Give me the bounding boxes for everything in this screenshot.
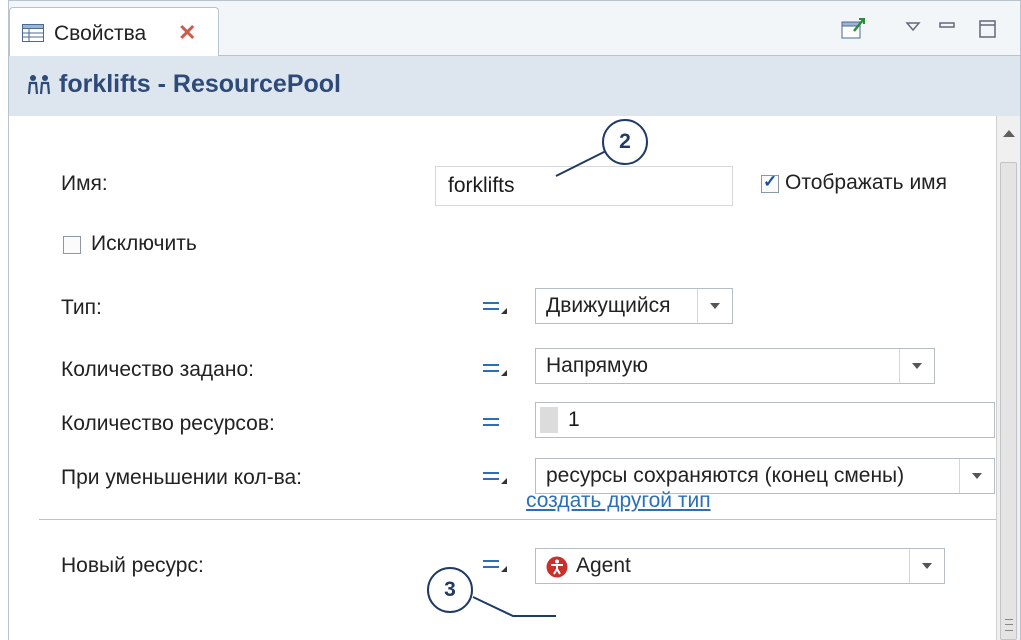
view-menu-icon[interactable] <box>899 15 927 43</box>
minimize-icon[interactable] <box>934 15 962 43</box>
dynamic-value-icon[interactable] <box>479 554 509 576</box>
name-label: Имя: <box>61 172 108 195</box>
show-name-checkbox[interactable] <box>761 172 779 193</box>
close-icon[interactable]: ✕ <box>178 20 196 46</box>
vertical-scrollbar[interactable] <box>996 116 1021 640</box>
new-resource-label: Новый ресурс: <box>61 554 204 577</box>
scrollbar-thumb[interactable] <box>1000 162 1017 640</box>
tab-properties[interactable]: Свойства ✕ <box>9 7 219 57</box>
resource-count-input[interactable]: 1 <box>535 402 995 438</box>
pin-editor-icon[interactable] <box>839 15 867 43</box>
properties-view: Свойства ✕ forklifts - ResourcePool Имя:… <box>8 0 1021 640</box>
grip-icon <box>1005 619 1013 631</box>
count-defined-label: Количество задано: <box>61 358 254 381</box>
create-other-type-link[interactable]: создать другой тип <box>526 489 711 513</box>
maximize-icon[interactable] <box>974 15 1002 43</box>
show-name-label: Отображать имя <box>785 171 947 194</box>
count-defined-value: Напрямую <box>546 354 648 377</box>
divider <box>39 519 997 520</box>
dynamic-value-icon[interactable] <box>479 358 509 380</box>
exclude-label: Исключить <box>91 232 197 255</box>
scroll-up-icon[interactable] <box>1003 130 1015 137</box>
dynamic-value-icon[interactable] <box>479 296 509 318</box>
chevron-down-icon[interactable] <box>909 549 944 583</box>
type-select-value: Движущийся <box>546 294 671 317</box>
tab-properties-label: Свойства <box>54 22 147 45</box>
page-title: forklifts - ResourcePool <box>59 70 341 98</box>
exclude-checkbox[interactable] <box>63 236 81 254</box>
properties-form: Имя: forklifts Отображать имя Исключить … <box>8 116 997 640</box>
properties-icon <box>22 24 44 42</box>
chevron-down-icon[interactable] <box>959 459 994 493</box>
dynamic-value-icon[interactable] <box>479 466 509 488</box>
agent-icon <box>546 556 568 583</box>
callout-2: 2 <box>602 119 648 165</box>
new-resource-value: Agent <box>576 554 631 577</box>
on-decrease-value: ресурсы сохраняются (конец смены) <box>546 464 905 487</box>
static-value-icon[interactable] <box>479 412 509 434</box>
tab-bar: Свойства ✕ <box>8 0 1021 57</box>
chevron-down-icon[interactable] <box>697 289 732 323</box>
drag-handle[interactable] <box>540 407 558 433</box>
type-select[interactable]: Движущийся <box>535 288 733 324</box>
chevron-down-icon[interactable] <box>899 349 934 383</box>
callout-3: 3 <box>427 567 473 613</box>
on-decrease-label: При уменьшении кол-ва: <box>61 466 302 489</box>
resource-count-label: Количество ресурсов: <box>61 412 275 435</box>
type-label: Тип: <box>61 296 102 319</box>
properties-header: forklifts - ResourcePool <box>8 56 1021 116</box>
count-defined-select[interactable]: Напрямую <box>535 348 935 384</box>
name-input[interactable]: forklifts <box>435 166 733 206</box>
resource-count-value: 1 <box>568 408 580 431</box>
new-resource-select[interactable]: Agent <box>535 548 945 584</box>
resource-pool-icon <box>27 74 53 96</box>
